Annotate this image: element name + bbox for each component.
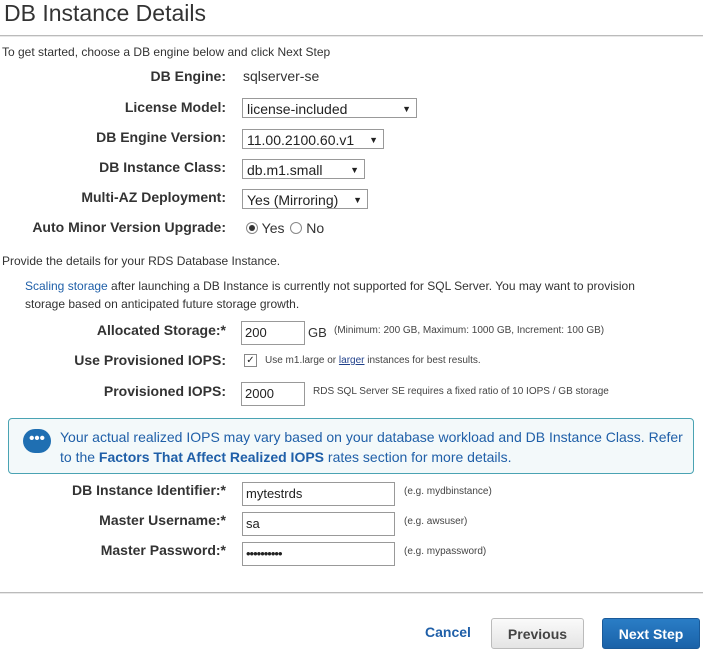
iops-hint: RDS SQL Server SE requires a fixed ratio… xyxy=(313,386,609,397)
identifier-hint: (e.g. mydbinstance) xyxy=(404,486,492,497)
previous-button[interactable]: Previous xyxy=(491,618,584,649)
username-input[interactable]: sa xyxy=(242,512,395,536)
minor-no-label: No xyxy=(306,220,325,236)
iops-input[interactable]: 2000 xyxy=(241,382,305,406)
factors-iops-link[interactable]: Factors That Affect Realized IOPS xyxy=(99,449,324,465)
larger-link[interactable]: larger xyxy=(339,355,365,366)
class-select-value: db.m1.small xyxy=(247,162,323,178)
license-label: License Model: xyxy=(124,99,226,115)
header-divider xyxy=(0,35,703,37)
scaling-note-text: after launching a DB Instance is current… xyxy=(107,279,635,293)
piops-label: Use Provisioned IOPS: xyxy=(74,352,226,368)
footer-divider xyxy=(0,592,703,594)
chevron-down-icon: ▼ xyxy=(350,165,359,175)
page-title: DB Instance Details xyxy=(4,0,206,26)
scaling-note: Scaling storage after launching a DB Ins… xyxy=(25,277,705,313)
storage-input[interactable]: 200 xyxy=(241,321,305,345)
chevron-down-icon: ▼ xyxy=(402,104,411,114)
multiaz-label: Multi-AZ Deployment: xyxy=(81,189,226,205)
minor-label: Auto Minor Version Upgrade: xyxy=(32,219,226,235)
piops-checkbox[interactable]: ✓ xyxy=(244,354,257,367)
info-line2-pre: to the xyxy=(60,449,99,465)
version-select[interactable]: 11.00.2100.60.v1 ▼ xyxy=(242,129,384,149)
info-line2-post: rates section for more details. xyxy=(324,449,512,465)
storage-label: Allocated Storage:* xyxy=(96,322,226,338)
chat-bubble-icon: ••• xyxy=(23,429,51,453)
info-text: Your actual realized IOPS may vary based… xyxy=(60,427,690,467)
iops-info-box: ••• Your actual realized IOPS may vary b… xyxy=(8,418,694,474)
chevron-down-icon: ▼ xyxy=(353,195,362,205)
username-label: Master Username:* xyxy=(99,512,226,528)
storage-hint: (Minimum: 200 GB, Maximum: 1000 GB, Incr… xyxy=(334,325,605,336)
intro-text: To get started, choose a DB engine below… xyxy=(2,45,331,59)
class-label: DB Instance Class: xyxy=(99,159,226,175)
class-select[interactable]: db.m1.small ▼ xyxy=(242,159,365,179)
piops-hint-post: instances for best results. xyxy=(364,355,481,366)
minor-yes-radio[interactable] xyxy=(246,222,258,234)
multiaz-select[interactable]: Yes (Mirroring) ▼ xyxy=(242,189,368,209)
next-step-button[interactable]: Next Step xyxy=(602,618,700,649)
iops-label: Provisioned IOPS: xyxy=(103,383,226,399)
piops-hint: Use m1.large or larger instances for bes… xyxy=(265,355,481,366)
scaling-note-text-2: storage based on anticipated future stor… xyxy=(25,297,300,311)
engine-label: DB Engine: xyxy=(150,68,226,84)
password-label: Master Password:* xyxy=(100,542,226,558)
cancel-button[interactable]: Cancel xyxy=(425,624,471,640)
password-hint: (e.g. mypassword) xyxy=(404,546,487,557)
details-intro-text: Provide the details for your RDS Databas… xyxy=(2,254,281,268)
storage-unit: GB xyxy=(308,325,327,340)
identifier-label: DB Instance Identifier:* xyxy=(71,482,226,498)
license-select-value: license-included xyxy=(247,101,348,117)
minor-yes-label: Yes xyxy=(261,220,285,236)
minor-radio-group: Yes No xyxy=(246,220,324,236)
license-select[interactable]: license-included ▼ xyxy=(242,98,417,118)
chevron-down-icon: ▼ xyxy=(369,135,378,145)
piops-hint-pre: Use m1.large or xyxy=(265,355,339,366)
password-input[interactable]: •••••••••• xyxy=(242,542,395,566)
engine-value: sqlserver-se xyxy=(243,68,320,84)
scaling-storage-link[interactable]: Scaling storage xyxy=(25,279,108,293)
identifier-input[interactable]: mytestrds xyxy=(242,482,395,506)
username-hint: (e.g. awsuser) xyxy=(404,516,468,527)
info-line1: Your actual realized IOPS may vary based… xyxy=(60,429,683,445)
multiaz-select-value: Yes (Mirroring) xyxy=(247,192,339,208)
minor-no-radio[interactable] xyxy=(290,222,303,234)
version-label: DB Engine Version: xyxy=(96,129,226,145)
version-select-value: 11.00.2100.60.v1 xyxy=(247,132,355,148)
